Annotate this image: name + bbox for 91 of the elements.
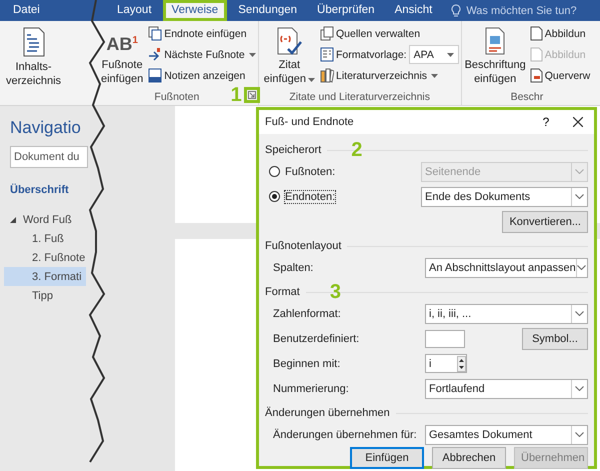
page-icon: [148, 68, 162, 83]
dropdown[interactable]: i, ii, iii, ...: [425, 304, 588, 324]
style-icon: [320, 47, 334, 62]
dialog-launcher-button[interactable]: [244, 87, 260, 103]
arrow-icon: [148, 47, 162, 62]
symbol-button[interactable]: Symbol...: [522, 328, 588, 350]
section-title: Fußnotenlayout: [265, 240, 342, 252]
triangle-down-icon: [10, 216, 16, 222]
ribbon-command[interactable]: Notizen anzeigen: [148, 66, 256, 85]
option-label[interactable]: Endnoten:: [285, 190, 336, 202]
outline-item[interactable]: Tipp: [4, 286, 57, 305]
ribbon-tab[interactable]: Überprüfen: [308, 0, 384, 21]
section-title: Speicherort: [265, 144, 322, 156]
callout-number: 2: [351, 140, 362, 160]
text-field[interactable]: [425, 330, 465, 348]
callout-number: 3: [330, 282, 341, 302]
document-list-icon: [22, 27, 46, 57]
ribbon-tab[interactable]: Datei: [4, 0, 49, 21]
chevron-icon: [575, 311, 584, 316]
page-icon: [528, 68, 543, 83]
outline-item[interactable]: Word Fuß: [4, 210, 76, 229]
style-label: Formatvorlage:: [336, 48, 407, 60]
field-label: Beginnen mit:: [272, 358, 342, 370]
radio-button[interactable]: [269, 191, 280, 202]
pane-title: Navigatio: [10, 117, 82, 138]
ribbon-command[interactable]: Quellen verwalten: [320, 24, 459, 43]
convert-button[interactable]: Konvertieren...: [502, 210, 588, 232]
page-icon: [528, 47, 543, 62]
outline-item[interactable]: 2. Fußnote: [4, 248, 90, 267]
outline-item[interactable]: 1. Fuß: [4, 229, 68, 248]
documents-icon: [320, 26, 334, 41]
dialog-button[interactable]: Abbrechen: [432, 447, 506, 469]
field-label: Spalten:: [272, 262, 314, 274]
field-label: Nummerierung:: [272, 382, 350, 394]
ribbon-tab[interactable]: Layout: [108, 0, 161, 21]
chevron-icon: [575, 432, 584, 437]
chevron-icon: [575, 169, 584, 174]
field-label: Benutzerdefiniert:: [272, 332, 360, 344]
ribbon-command: Abbildun: [528, 45, 590, 64]
help-button[interactable]: ?: [530, 111, 562, 133]
insert-caption-button[interactable]: Beschriftung einfügen: [464, 21, 527, 88]
caret-icon: [308, 78, 315, 82]
tell-me-text[interactable]: Was möchten Sie tun?: [466, 4, 577, 16]
ribbon-tab[interactable]: Verweise: [162, 0, 228, 21]
section-title: Änderungen übernehmen: [265, 407, 390, 419]
ribbon-command[interactable]: Querverw: [528, 66, 590, 85]
ribbon-command[interactable]: Nächste Fußnote: [148, 45, 256, 64]
page-icon: [528, 26, 543, 41]
chevron-icon: [575, 194, 584, 199]
picture-page-icon: [484, 27, 506, 55]
caret-icon: [446, 52, 454, 56]
launcher-icon: [248, 91, 256, 99]
group-label: Fußnoten: [154, 90, 200, 102]
spinner-field[interactable]: i: [425, 354, 467, 373]
group-label: Zitate und Literaturverzeichnis: [289, 90, 430, 102]
dialog-button[interactable]: Einfügen: [350, 447, 424, 469]
dropdown[interactable]: Fortlaufend: [425, 378, 588, 398]
caret-icon: [431, 74, 438, 78]
caret-icon: [248, 52, 256, 56]
field-label: Zahlenformat:: [272, 308, 342, 320]
dropdown[interactable]: An Abschnittslayout anpassen: [425, 258, 588, 278]
group-label: Beschr: [510, 90, 544, 102]
dropdown[interactable]: Ende des Dokuments: [421, 186, 588, 206]
callout-number: 1: [230, 85, 242, 105]
close-icon: [573, 117, 583, 127]
dropdown[interactable]: Gesamtes Dokument: [425, 424, 588, 444]
table-of-contents-button[interactable]: Inhalts- verzeichnis: [0, 21, 64, 105]
citation-icon: [276, 27, 302, 55]
style-dropdown[interactable]: APA: [408, 45, 459, 64]
chevron-icon: [577, 265, 586, 270]
ribbon-command[interactable]: Literaturverzeichnis: [320, 66, 459, 85]
lightbulb-icon: [451, 4, 462, 18]
chevron-icon: [575, 386, 584, 391]
insert-footnote-button[interactable]: AB$^{1}$ Fußnote einfügen: [98, 21, 146, 88]
footnote-glyph: AB$^{1}$: [106, 33, 138, 55]
dialog-button: Übernehmen: [514, 447, 588, 469]
spin-arrows-icon: [457, 356, 466, 372]
dropdown: Seitenende: [421, 162, 588, 182]
books-icon: [320, 68, 334, 83]
ribbon-tab[interactable]: Sendungen: [229, 0, 306, 21]
endnote-icon: [148, 26, 162, 41]
insert-citation-button[interactable]: Zitat einfügen: [260, 21, 318, 88]
section-title: Format: [265, 286, 300, 298]
dialog-title: Fuß- und Endnote: [265, 116, 355, 128]
field-label: Änderungen übernehmen für:: [272, 428, 418, 440]
ribbon-command[interactable]: Abbildun: [528, 24, 590, 43]
outline-item[interactable]: 3. Formati: [4, 267, 86, 286]
search-field[interactable]: Dokument du: [10, 146, 88, 168]
ribbon-command[interactable]: Endnote einfügen: [148, 24, 256, 43]
headings-tab[interactable]: Überschrift: [10, 184, 90, 196]
ribbon-tab[interactable]: Ansicht: [386, 0, 442, 21]
